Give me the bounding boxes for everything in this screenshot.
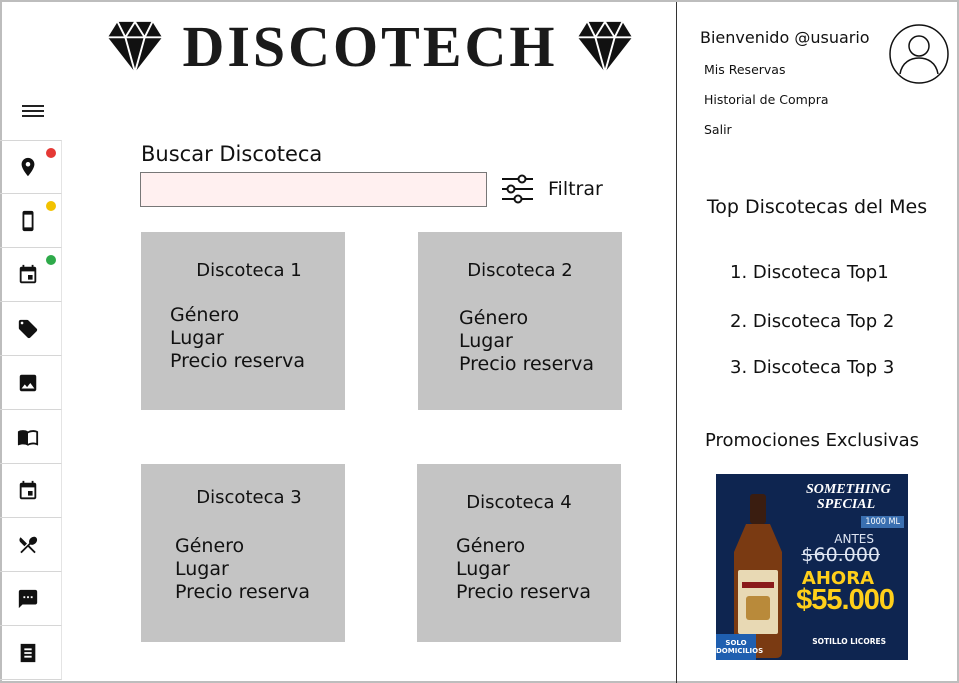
notification-dot	[46, 148, 56, 158]
sliders-icon	[502, 174, 533, 204]
promo-solo-domicilios: SOLO DOMICILIOS	[716, 634, 763, 660]
user-avatar-icon[interactable]	[889, 24, 949, 84]
logout-link[interactable]: Salir	[704, 122, 732, 137]
utensils-icon	[18, 536, 37, 553]
filter-button[interactable]: Filtrar	[501, 174, 603, 204]
brand-logo: DISCOTECH	[106, 16, 634, 78]
discoteca-card[interactable]: Discoteca 4 Género Lugar Precio reserva	[417, 464, 621, 642]
sidebar-list	[0, 140, 62, 680]
card-price: Precio reserva	[170, 350, 305, 372]
card-price: Precio reserva	[175, 581, 310, 603]
sidebar-item-gallery[interactable]	[0, 356, 62, 410]
top-title: Top Discotecas del Mes	[706, 196, 928, 218]
chat-icon	[18, 589, 37, 608]
brand-name: DISCOTECH	[182, 14, 558, 79]
diamond-icon	[107, 20, 163, 75]
card-title: Discoteca 2	[467, 260, 573, 281]
card-genre: Género	[170, 304, 240, 326]
sidebar-item-food[interactable]	[0, 518, 62, 572]
card-price: Precio reserva	[459, 353, 594, 375]
my-reservations-link[interactable]: Mis Reservas	[704, 62, 785, 77]
card-price: Precio reserva	[456, 581, 591, 603]
discoteca-card[interactable]: Discoteca 2 Género Lugar Precio reserva	[418, 232, 622, 410]
book-open-icon	[17, 429, 38, 446]
card-title: Discoteca 1	[196, 260, 302, 281]
card-place: Lugar	[175, 558, 229, 580]
promo-seller: SOTILLO LICORES	[812, 637, 886, 646]
card-genre: Género	[459, 307, 529, 329]
sidebar-item-phone[interactable]	[0, 194, 62, 248]
sidebar-item-calendar[interactable]	[0, 464, 62, 518]
discoteca-card[interactable]: Discoteca 1 Género Lugar Precio reserva	[141, 232, 345, 410]
sidebar-item-offers[interactable]	[0, 302, 62, 356]
notification-dot	[46, 201, 56, 211]
promo-size: 1000 ML	[861, 516, 904, 528]
promo-price: $55.000	[796, 584, 895, 616]
sidebar-item-events[interactable]	[0, 248, 62, 302]
sidebar-item-location[interactable]	[0, 140, 62, 194]
smartphone-icon	[22, 210, 33, 231]
top-item[interactable]: 1. Discoteca Top1	[730, 262, 889, 283]
card-place: Lugar	[170, 327, 224, 349]
search-input[interactable]	[140, 172, 487, 207]
tag-icon	[18, 319, 37, 338]
card-genre: Género	[456, 535, 526, 557]
location-pin-icon	[21, 157, 34, 177]
search-label: Buscar Discoteca	[141, 142, 323, 166]
panel-divider	[676, 2, 677, 683]
welcome-text: Bienvenido @usuario	[700, 28, 870, 47]
discoteca-card[interactable]: Discoteca 3 Género Lugar Precio reserva	[141, 464, 345, 642]
card-place: Lugar	[459, 330, 513, 352]
top-item[interactable]: 3. Discoteca Top 3	[730, 357, 894, 378]
card-title: Discoteca 3	[196, 487, 302, 508]
top-item[interactable]: 2. Discoteca Top 2	[730, 311, 894, 332]
promo-brand: SOMETHING SPECIAL	[806, 482, 891, 512]
sidebar-item-receipts[interactable]	[0, 626, 62, 680]
promo-banner[interactable]: SOMETHING SPECIAL 1000 ML ANTES $60.000 …	[716, 474, 908, 660]
card-place: Lugar	[456, 558, 510, 580]
sidebar-item-menu[interactable]	[0, 410, 62, 464]
filter-label: Filtrar	[548, 178, 603, 200]
receipt-icon	[20, 643, 35, 662]
promo-title: Promociones Exclusivas	[704, 430, 920, 451]
hamburger-menu-icon[interactable]	[22, 102, 44, 120]
card-genre: Género	[175, 535, 245, 557]
diamond-icon	[577, 20, 633, 75]
calendar-icon	[19, 480, 36, 499]
notification-dot	[46, 255, 56, 265]
card-title: Discoteca 4	[466, 492, 572, 513]
image-icon	[19, 374, 36, 391]
sidebar-item-messages[interactable]	[0, 572, 62, 626]
purchase-history-link[interactable]: Historial de Compra	[704, 92, 829, 107]
promo-old-price: $60.000	[801, 544, 880, 566]
calendar-event-icon	[19, 264, 36, 283]
